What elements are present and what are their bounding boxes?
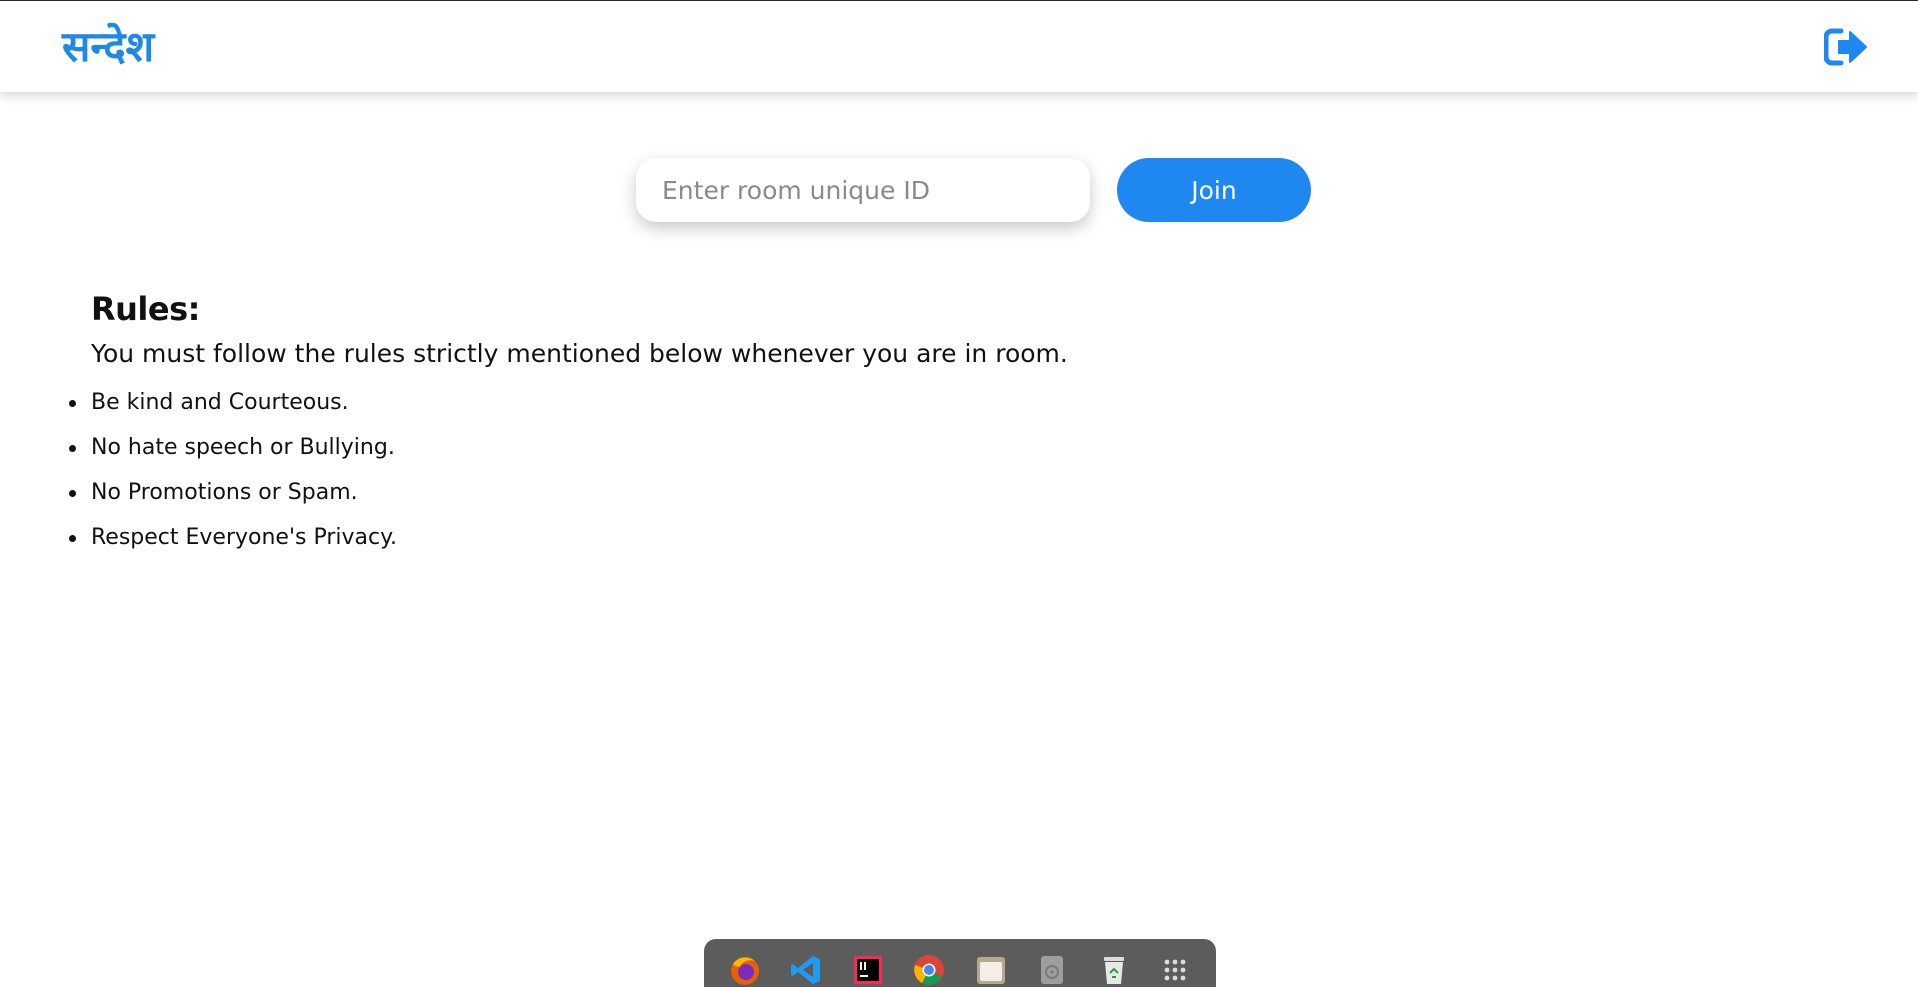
logout-icon — [1824, 28, 1867, 66]
dock-chrome[interactable] — [912, 953, 946, 987]
rules-list: Be kind and Courteous. No hate speech or… — [69, 380, 1291, 560]
chrome-icon — [914, 955, 945, 985]
page: सन्देश Join Rules: You must follow the r… — [0, 0, 1918, 987]
dock-intellij[interactable] — [851, 953, 885, 987]
dock-disk[interactable] — [1035, 953, 1069, 987]
dock-files[interactable] — [974, 953, 1008, 987]
taskbar-dock — [704, 939, 1216, 987]
dock-vscode[interactable] — [789, 953, 823, 987]
rule-item: No hate speech or Bullying. — [69, 425, 1291, 470]
brand-logo[interactable]: सन्देश — [62, 17, 154, 77]
room-id-input[interactable] — [636, 158, 1090, 222]
trash-icon — [1103, 957, 1124, 984]
rule-item: Be kind and Courteous. — [69, 380, 1291, 425]
intellij-icon — [853, 956, 882, 984]
dock-trash[interactable] — [1097, 953, 1131, 987]
disk-icon — [1041, 956, 1064, 984]
rule-item: No Promotions or Spam. — [69, 470, 1291, 515]
dock-firefox[interactable] — [728, 953, 762, 987]
rule-item: Respect Everyone's Privacy. — [69, 515, 1291, 560]
logout-button[interactable] — [1824, 27, 1868, 67]
join-form: Join — [636, 158, 1311, 222]
rules-title: Rules: — [91, 290, 200, 328]
dock-app-grid[interactable] — [1158, 953, 1192, 987]
join-button[interactable]: Join — [1117, 158, 1311, 222]
app-grid-icon — [1164, 959, 1186, 981]
rules-section: Rules: You must follow the rules strictl… — [69, 288, 1291, 560]
vscode-icon — [791, 956, 821, 984]
navbar: सन्देश — [0, 1, 1918, 92]
rules-intro: You must follow the rules strictly menti… — [91, 339, 1068, 368]
files-icon — [976, 957, 1005, 984]
firefox-icon — [730, 957, 759, 985]
